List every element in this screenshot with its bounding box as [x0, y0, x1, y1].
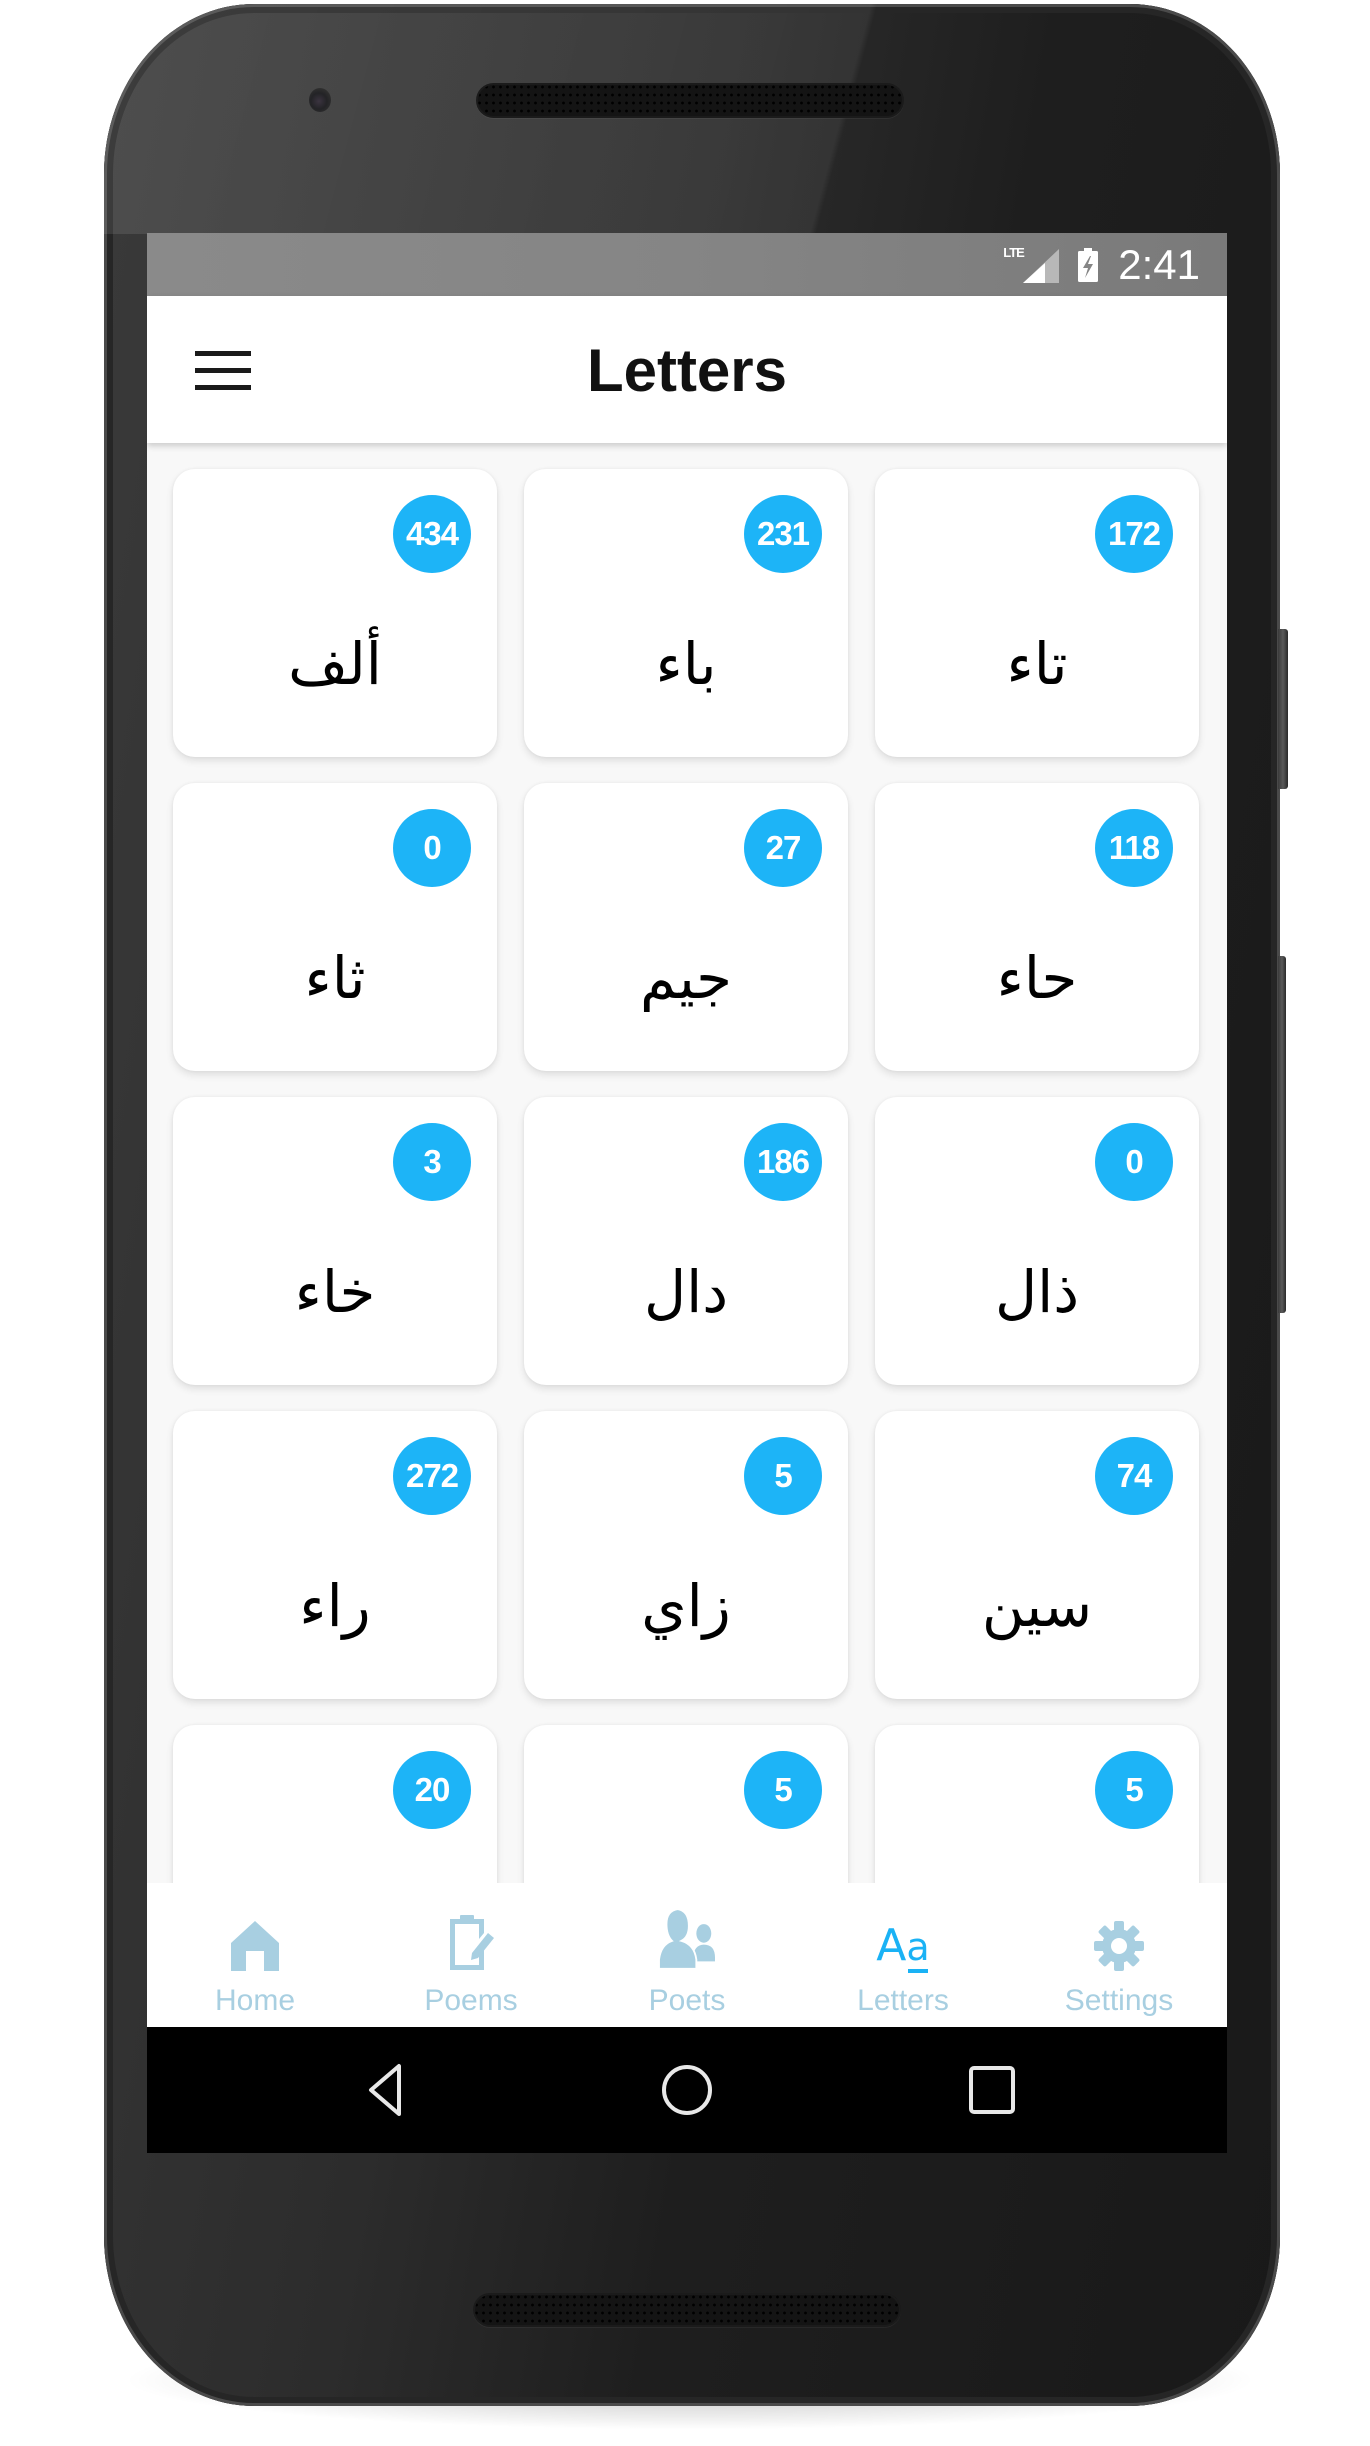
letter-name: ذال — [994, 1258, 1080, 1326]
count-badge: 0 — [1095, 1123, 1173, 1201]
count-badge: 27 — [744, 809, 822, 887]
count-badge: 434 — [393, 495, 471, 573]
count-badge: 231 — [744, 495, 822, 573]
count-badge: 118 — [1095, 809, 1173, 887]
letter-name: خاء — [294, 1258, 376, 1326]
count-badge: 272 — [393, 1437, 471, 1515]
letter-card[interactable]: 5 زاي — [524, 1411, 848, 1699]
icon-glyph: a — [906, 1925, 930, 1969]
app-header: Letters — [147, 296, 1227, 443]
clipboard-edit-icon — [443, 1915, 499, 1971]
tab-label: Settings — [1064, 1984, 1174, 2017]
gear-icon — [1091, 1915, 1147, 1971]
home-button[interactable] — [657, 2062, 717, 2118]
letter-card[interactable]: 74 سين — [875, 1411, 1199, 1699]
count-badge: 3 — [393, 1123, 471, 1201]
tab-label: Poems — [424, 1984, 518, 2017]
users-icon — [659, 1908, 715, 1971]
tab-label: Letters — [857, 1984, 949, 2017]
recents-square-icon — [969, 2066, 1015, 2114]
letter-name: باء — [655, 630, 717, 698]
letter-card[interactable]: 231 باء — [524, 469, 848, 757]
tab-poets[interactable]: Poets — [579, 1883, 795, 2027]
font-size-icon: Aa — [875, 1915, 931, 1971]
letter-card[interactable]: 272 راء — [173, 1411, 497, 1699]
letter-card[interactable]: 186 دال — [524, 1097, 848, 1385]
front-camera — [309, 88, 331, 112]
icon-glyph: A — [876, 1920, 907, 1971]
count-badge: 5 — [1095, 1751, 1173, 1829]
tab-letters[interactable]: Aa Letters — [795, 1883, 1011, 2027]
letter-name: حاء — [996, 944, 1078, 1012]
letter-name: دال — [643, 1258, 729, 1326]
letters-grid: 434 ألف 231 باء 172 تاء 0 ثاء 27 جيم 118 حاء 3 خاء 186… — [173, 469, 1201, 2013]
count-badge: 5 — [744, 1751, 822, 1829]
tab-settings[interactable]: Settings — [1011, 1883, 1227, 2027]
count-badge: 74 — [1095, 1437, 1173, 1515]
count-badge: 172 — [1095, 495, 1173, 573]
status-time: 2:41 — [1118, 240, 1200, 288]
tab-home[interactable]: Home — [147, 1883, 363, 2027]
count-badge: 5 — [744, 1437, 822, 1515]
letter-card[interactable]: 172 تاء — [875, 469, 1199, 757]
letter-name: راء — [299, 1572, 371, 1640]
letter-name: ألف — [288, 630, 382, 698]
power-button[interactable] — [1278, 629, 1288, 789]
battery-charging-icon — [1078, 247, 1099, 282]
letter-card[interactable]: 3 خاء — [173, 1097, 497, 1385]
earpiece-speaker — [476, 83, 904, 118]
system-navigation-bar — [147, 2027, 1227, 2153]
count-badge: 20 — [393, 1751, 471, 1829]
tab-label: Home — [214, 1984, 296, 2017]
tab-poems[interactable]: Poems — [363, 1883, 579, 2027]
volume-button[interactable] — [1278, 956, 1286, 1313]
bottom-speaker — [473, 2293, 901, 2327]
recents-button[interactable] — [962, 2062, 1022, 2118]
letter-card[interactable]: 434 ألف — [173, 469, 497, 757]
status-bar: LTE 2:41 — [147, 233, 1227, 296]
tab-label: Poets — [648, 1984, 726, 2017]
network-type-label: LTE — [1003, 244, 1025, 260]
letter-name: ثاء — [304, 944, 366, 1012]
count-badge: 0 — [393, 809, 471, 887]
letter-name: زاي — [641, 1572, 731, 1640]
device-frame: LTE 2:41 Letters 434 ألف 231 باء 172 تاء… — [0, 0, 1370, 2446]
page-title: Letters — [586, 337, 788, 404]
home-circle-icon — [662, 2065, 712, 2115]
letter-name: جيم — [640, 944, 732, 1012]
letter-card[interactable]: 0 ثاء — [173, 783, 497, 1071]
back-button[interactable] — [357, 2062, 417, 2118]
letter-name: تاء — [1006, 630, 1068, 698]
back-triangle-icon — [369, 2064, 401, 2116]
letter-name: سين — [981, 1572, 1093, 1640]
bottom-tab-bar: Home Poems Poets Aa Letters Settings — [147, 1883, 1227, 2027]
letter-card[interactable]: 118 حاء — [875, 783, 1199, 1071]
letter-card[interactable]: 27 جيم — [524, 783, 848, 1071]
signal-icon: LTE — [1003, 245, 1060, 283]
count-badge: 186 — [744, 1123, 822, 1201]
letter-card[interactable]: 0 ذال — [875, 1097, 1199, 1385]
home-icon — [227, 1915, 283, 1971]
app-screen: LTE 2:41 Letters 434 ألف 231 باء 172 تاء… — [147, 233, 1227, 2153]
